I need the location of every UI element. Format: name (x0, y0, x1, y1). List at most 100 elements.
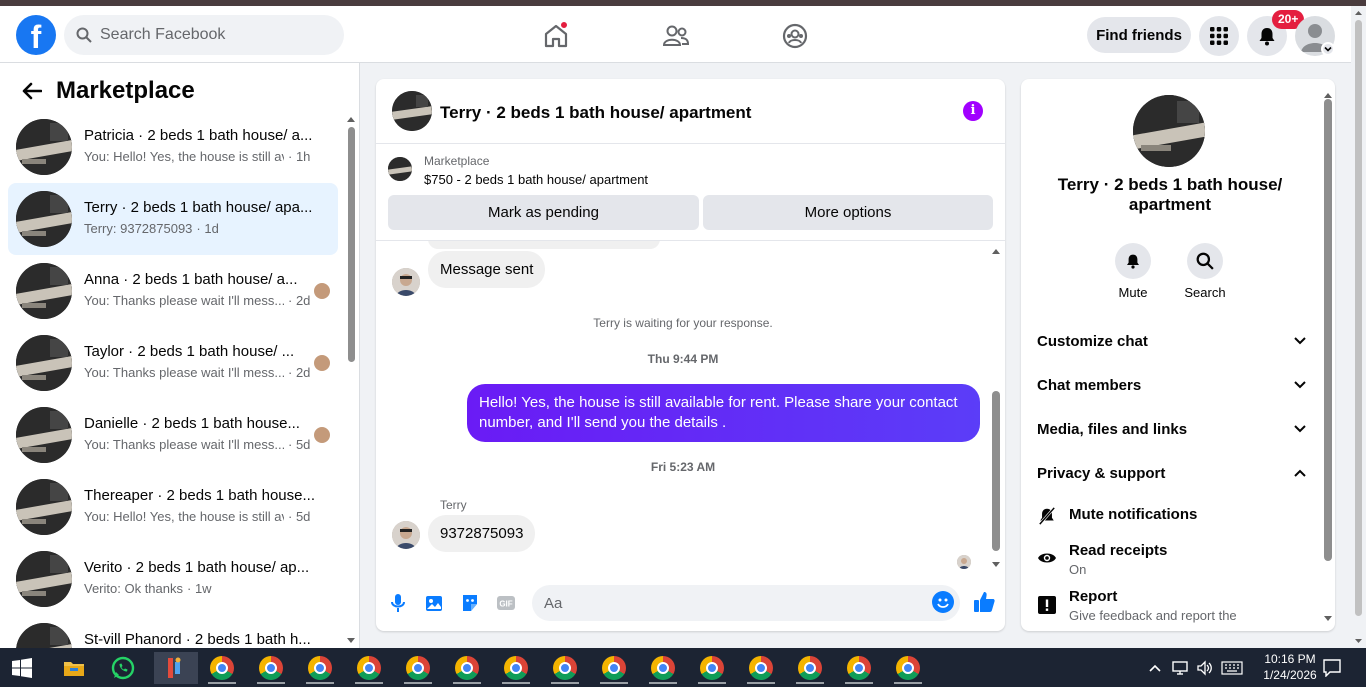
mute-action[interactable]: Mute (1103, 243, 1163, 300)
account-chevron[interactable] (1321, 42, 1335, 56)
attach-photo-button[interactable] (422, 591, 446, 615)
chrome-taskbar-button[interactable] (841, 652, 877, 684)
conversation-preview: You: Thanks please wait I'll mess... (84, 437, 284, 452)
message-thread[interactable]: Message sent Terry is waiting for your r… (376, 241, 1005, 571)
message-input[interactable] (532, 585, 960, 621)
conversation-details-panel: Terry · 2 beds 1 bath house/ apartment M… (1021, 79, 1335, 631)
chrome-taskbar-button[interactable] (204, 652, 240, 684)
listing-photo-icon (16, 407, 72, 463)
facebook-logo[interactable]: f (16, 15, 56, 55)
chat-scrollbar[interactable] (991, 247, 1001, 569)
chrome-taskbar-button[interactable] (743, 652, 779, 684)
chrome-taskbar-button[interactable] (351, 652, 387, 684)
chrome-taskbar-button[interactable] (547, 652, 583, 684)
read-receipts-item[interactable]: Read receipts On (1037, 542, 1307, 582)
gif-button[interactable]: GIF (494, 591, 518, 615)
search-action-circle[interactable] (1187, 243, 1223, 279)
message-sent-bubble[interactable]: Message sent (428, 251, 546, 288)
section-label: Privacy & support (1037, 464, 1166, 482)
sender-avatar[interactable] (392, 268, 420, 296)
chrome-taskbar-button[interactable] (449, 652, 485, 684)
menu-button[interactable] (1199, 16, 1239, 56)
conversation-subtitle: Verito: Ok thanks · 1w (84, 581, 324, 596)
chat-scrollbar-thumb[interactable] (992, 391, 1000, 551)
sender-avatar[interactable] (392, 521, 420, 549)
start-button[interactable] (12, 658, 32, 678)
chrome-taskbar-button[interactable] (645, 652, 681, 684)
mark-as-pending-button[interactable]: Mark as pending (388, 195, 699, 230)
details-avatar[interactable] (1133, 95, 1205, 167)
action-center-button[interactable] (1323, 648, 1341, 687)
report-label: Report (1069, 588, 1118, 605)
details-scrollbar-thumb[interactable] (1324, 99, 1332, 561)
mute-notifications-label: Mute notifications (1069, 506, 1198, 523)
incoming-message-bubble[interactable]: 9372875093 (428, 515, 536, 552)
chat-header-avatar[interactable] (392, 91, 432, 131)
keyboard-icon (1221, 660, 1243, 675)
windows-logo-icon (12, 658, 32, 678)
chat-title[interactable]: Terry · 2 beds 1 bath house/ apartment (440, 103, 751, 123)
network-tray-button[interactable] (1172, 648, 1190, 687)
back-button[interactable] (18, 77, 46, 105)
outgoing-message-bubble[interactable]: Hello! Yes, the house is still available… (467, 384, 980, 442)
emoji-button[interactable] (932, 591, 954, 613)
volume-tray-button[interactable] (1196, 648, 1214, 687)
chrome-taskbar-button[interactable] (498, 652, 534, 684)
system-clock[interactable]: 10:16 PM 1/24/2026 (1250, 651, 1330, 683)
conversation-item[interactable]: Taylor · 2 beds 1 bath house/ ... You: Th… (8, 327, 338, 399)
running-indicator (257, 682, 285, 684)
inbox-scrollbar[interactable] (346, 115, 356, 645)
friends-nav-button[interactable] (656, 16, 696, 56)
whatsapp-taskbar-button[interactable] (105, 652, 141, 684)
chrome-taskbar-button[interactable] (890, 652, 926, 684)
chrome-taskbar-button[interactable] (792, 652, 828, 684)
listing-title[interactable]: $750 - 2 beds 1 bath house/ apartment (424, 172, 648, 187)
chevron-down-icon (1294, 425, 1306, 433)
section-label: Customize chat (1037, 332, 1148, 350)
listing-photo-icon (1133, 95, 1205, 167)
conversation-item[interactable]: Terry · 2 beds 1 bath house/ apa... Terry… (8, 183, 338, 255)
chrome-taskbar-button[interactable] (400, 652, 436, 684)
more-options-button[interactable]: More options (703, 195, 993, 230)
file-explorer-taskbar-button[interactable] (56, 652, 92, 684)
chrome-taskbar-button[interactable] (694, 652, 730, 684)
conversation-item[interactable]: St-vill Phanord · 2 beds 1 bath h... (8, 615, 338, 648)
find-friends-button[interactable]: Find friends (1087, 17, 1191, 53)
conversation-item[interactable]: Danielle · 2 beds 1 bath house... You: Th… (8, 399, 338, 471)
groups-nav-button[interactable] (775, 16, 815, 56)
media-files-links-section[interactable]: Media, files and links (1037, 418, 1307, 440)
conversation-info-button[interactable]: i (963, 101, 983, 121)
search-input[interactable] (100, 26, 320, 44)
conversation-item[interactable]: Verito · 2 beds 1 bath house/ ap... Verit… (8, 543, 338, 615)
running-indicator (551, 682, 579, 684)
active-app-taskbar-button[interactable] (154, 652, 198, 684)
section-label: Chat members (1037, 376, 1142, 394)
search-action[interactable]: Search (1175, 243, 1235, 300)
report-item[interactable]: Report Give feedback and report the (1037, 588, 1307, 628)
search-box[interactable] (64, 15, 344, 55)
home-nav-button[interactable] (536, 16, 576, 56)
chrome-taskbar-button[interactable] (596, 652, 632, 684)
mute-notifications-item[interactable]: Mute notifications (1037, 506, 1307, 530)
chrome-taskbar-button[interactable] (253, 652, 289, 684)
chat-members-section[interactable]: Chat members (1037, 374, 1307, 396)
gif-icon: GIF (497, 596, 515, 610)
privacy-support-section[interactable]: Privacy & support (1037, 462, 1307, 484)
customize-chat-section[interactable]: Customize chat (1037, 330, 1307, 352)
conversation-item[interactable]: Thereaper · 2 beds 1 bath house... You: H… (8, 471, 338, 543)
mute-action-circle[interactable] (1115, 243, 1151, 279)
conversation-item[interactable]: Patricia · 2 beds 1 bath house/ a... You:… (8, 111, 338, 183)
voice-clip-button[interactable] (386, 591, 410, 615)
details-scrollbar[interactable] (1323, 91, 1333, 623)
conversation-item[interactable]: Anna · 2 beds 1 bath house/ a... You: Tha… (8, 255, 338, 327)
page-scrollbar-thumb[interactable] (1355, 20, 1362, 616)
show-hidden-icons-button[interactable] (1148, 648, 1162, 687)
chrome-taskbar-button[interactable] (302, 652, 338, 684)
keyboard-tray-button[interactable] (1221, 648, 1243, 687)
listing-thumbnail[interactable] (388, 157, 412, 181)
inbox-scrollbar-thumb[interactable] (348, 127, 355, 362)
page-scrollbar[interactable] (1351, 6, 1366, 648)
like-button[interactable] (970, 588, 998, 616)
sticker-button[interactable] (458, 591, 482, 615)
mute-notifications-icon (1037, 506, 1057, 526)
